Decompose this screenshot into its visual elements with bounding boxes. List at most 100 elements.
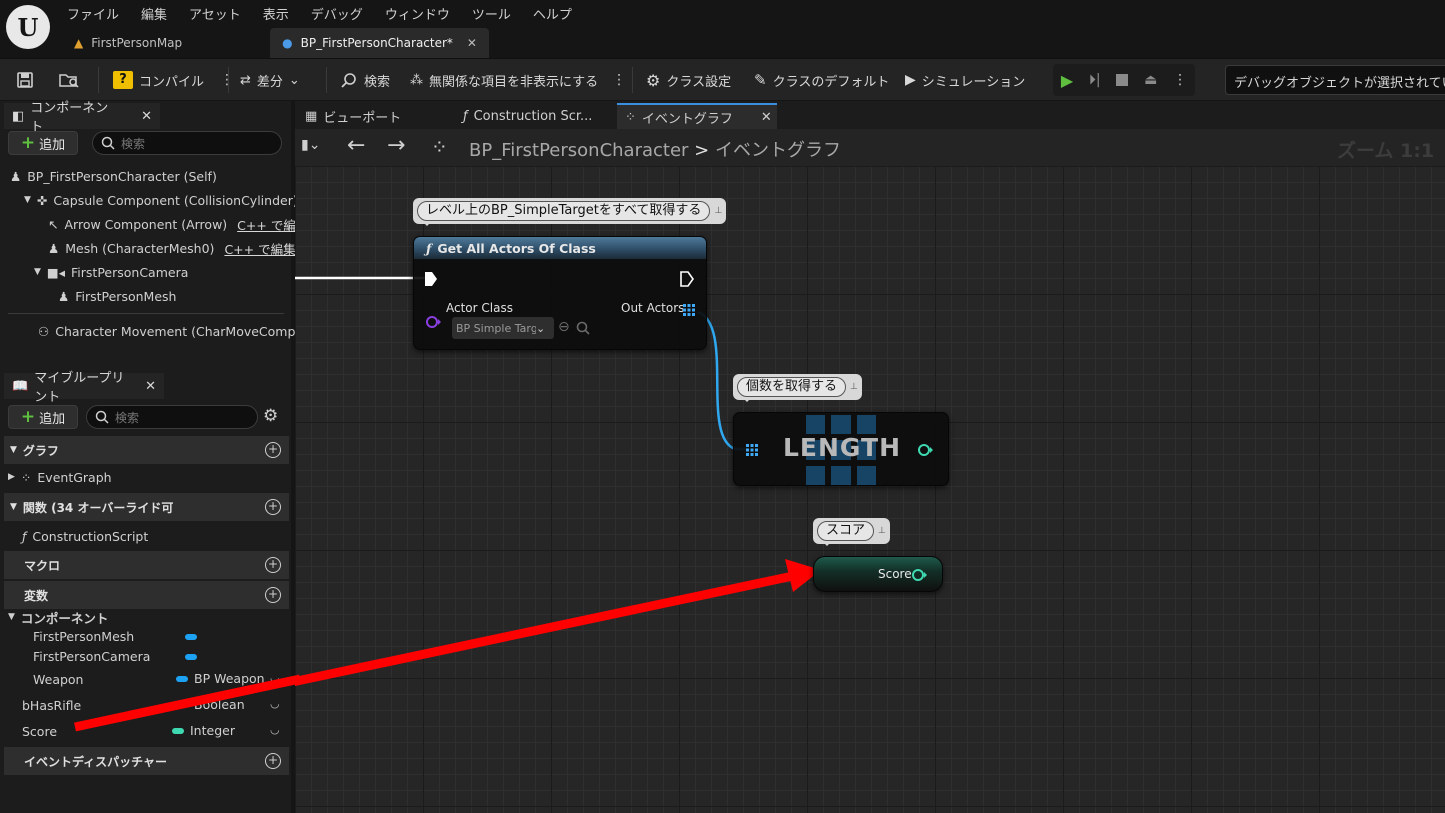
browse-search-icon[interactable] [576, 321, 590, 335]
variable-type[interactable]: Integer [172, 723, 235, 738]
tab-construction-script[interactable]: ƒ Construction Scr... [455, 103, 600, 129]
exec-out-pin-icon[interactable] [680, 271, 694, 287]
variable-row[interactable]: Weapon [33, 668, 83, 690]
components-add-button[interactable]: + 追加 [8, 131, 78, 155]
integer-out-pin-icon[interactable] [918, 443, 934, 457]
add-function-icon[interactable]: + [265, 499, 281, 515]
comment-bubble-length[interactable]: 個数を取得する ⊥ [733, 374, 862, 402]
close-icon[interactable]: ✕ [761, 110, 772, 125]
comment-bubble-get-all[interactable]: レベル上のBP_SimpleTargetをすべて取得する ⊥ [413, 198, 727, 226]
class-settings-button[interactable]: ⚙ クラス設定 [646, 59, 731, 101]
node-score-getter[interactable]: Score [813, 556, 943, 592]
menu-tools[interactable]: ツール [461, 2, 522, 25]
simulation-button[interactable]: ▶ シミュレーション [905, 59, 1025, 101]
variable-type[interactable]: Boolean [176, 697, 245, 712]
pin-icon[interactable]: ⊥ [850, 382, 858, 392]
variable-row[interactable]: bHasRifle [22, 694, 81, 716]
search-button[interactable]: 検索 [340, 59, 390, 101]
macros-section-header[interactable]: マクロ + [4, 551, 289, 579]
kebab-icon[interactable]: ⋮ [1173, 72, 1187, 88]
actor-class-dropdown[interactable]: BP Simple Targ ⌄ [452, 317, 554, 339]
components-search-input[interactable]: 検索 [92, 131, 282, 155]
bookmark-dropdown[interactable]: ▮⌄ [301, 137, 333, 159]
close-icon[interactable]: ✕ [467, 36, 477, 50]
close-icon[interactable]: ✕ [141, 109, 152, 124]
array-out-pin-icon[interactable] [683, 304, 695, 316]
variables-section-header[interactable]: 変数 + [4, 581, 289, 609]
forward-arrow-icon[interactable]: → [387, 133, 405, 158]
integer-out-pin-icon[interactable] [912, 568, 928, 582]
variable-row[interactable]: FirstPersonMesh [33, 625, 134, 647]
play-icon[interactable]: ▶ [1061, 71, 1073, 90]
node-get-all-actors-of-class[interactable]: ƒ Get All Actors Of Class Actor Class BP… [413, 236, 707, 350]
menu-debug[interactable]: デバッグ [300, 2, 374, 25]
component-row-capsule[interactable]: ▼ ✜ Capsule Component (CollisionCylinder… [24, 188, 298, 212]
visibility-eye-icon[interactable]: ◡ [270, 671, 280, 684]
doc-tab-firstpersonmap[interactable]: ▲ FirstPersonMap [62, 28, 194, 58]
node-length[interactable]: LENGTH [733, 412, 949, 486]
pin-icon[interactable]: ⊥ [878, 526, 886, 536]
comment-bubble-score[interactable]: スコア ⊥ [813, 518, 890, 546]
kebab-icon[interactable]: ⋮ [612, 72, 626, 88]
menu-view[interactable]: 表示 [252, 2, 300, 25]
component-row-firstpersonmesh[interactable]: ♟ FirstPersonMesh [58, 284, 176, 308]
hide-unrelated-button[interactable]: ⁂ 無関係な項目を非表示にする ⋮ [410, 59, 626, 101]
browse-button[interactable] [58, 59, 80, 101]
blueprint-add-button[interactable]: + 追加 [8, 405, 78, 429]
back-arrow-icon[interactable]: ← [347, 133, 365, 158]
component-row-arrow[interactable]: ↖ Arrow Component (Arrow) C++ で編集 [48, 212, 308, 236]
variable-row[interactable]: FirstPersonCamera [33, 645, 150, 667]
search-placeholder: 検索 [121, 136, 146, 151]
menu-asset[interactable]: アセット [178, 2, 252, 25]
blueprint-search-input[interactable]: 検索 [86, 405, 258, 429]
add-variable-icon[interactable]: + [265, 587, 281, 603]
visibility-eye-icon[interactable]: ◡ [270, 697, 280, 710]
functions-section-header[interactable]: ▼ 関数 (34 オーバーライド可 + [4, 493, 289, 521]
doc-tab-bp-firstpersoncharacter[interactable]: ● BP_FirstPersonCharacter* ✕ [270, 28, 489, 58]
gear-icon[interactable]: ⚙ [263, 406, 278, 426]
class-pin-icon[interactable] [426, 315, 442, 329]
variable-row-score[interactable]: Score [22, 720, 57, 742]
menu-file[interactable]: ファイル [56, 2, 130, 25]
breadcrumb-root[interactable]: BP_FirstPersonCharacter [469, 140, 688, 161]
variable-type[interactable]: BP Weapon [176, 671, 265, 686]
components-tab[interactable]: ◧ コンポーネント ✕ [4, 101, 160, 135]
debug-object-select[interactable]: デバッグオブジェクトが選択されていません [1225, 65, 1445, 95]
array-in-pin-icon[interactable] [746, 444, 758, 456]
close-icon[interactable]: ✕ [145, 379, 156, 394]
construction-script-item[interactable]: ƒ ConstructionScript [22, 525, 148, 547]
stop-icon[interactable] [1116, 74, 1129, 86]
my-blueprint-tab[interactable]: 📖 マイブループリント ✕ [4, 371, 164, 405]
tab-event-graph[interactable]: ⁘ イベントグラフ ✕ [617, 103, 777, 129]
unreal-logo-icon[interactable]: U [6, 5, 50, 49]
class-defaults-button[interactable]: ✎ クラスのデフォルト [754, 59, 889, 101]
gear-icon: ⚙ [646, 70, 661, 90]
use-selected-icon[interactable]: ⊖ [558, 319, 570, 335]
save-button[interactable] [16, 59, 34, 101]
event-graph-canvas[interactable]: レベル上のBP_SimpleTargetをすべて取得する ⊥ ƒ Get All… [295, 166, 1445, 813]
chevron-down-icon[interactable]: ▼ [24, 195, 31, 205]
component-row-camera[interactable]: ▼ ■◂ FirstPersonCamera [34, 260, 188, 284]
add-macro-icon[interactable]: + [265, 557, 281, 573]
add-dispatcher-icon[interactable]: + [265, 753, 281, 769]
menu-edit[interactable]: 編集 [130, 2, 178, 25]
component-row-movement[interactable]: ⚇ Character Movement (CharMoveComp) [38, 319, 300, 343]
step-icon[interactable]: ⏵| [1089, 72, 1101, 88]
menu-help[interactable]: ヘルプ [522, 2, 583, 25]
dispatchers-section-header[interactable]: イベントディスパッチャー + [4, 747, 289, 775]
exec-in-pin-icon[interactable] [424, 271, 438, 287]
component-row-self[interactable]: ♟ BP_FirstPersonCharacter (Self) [10, 164, 217, 188]
graph-section-header[interactable]: ▼ グラフ + [4, 436, 289, 464]
eject-icon[interactable]: ⏏ [1144, 72, 1157, 88]
add-graph-icon[interactable]: + [265, 442, 281, 458]
chevron-down-icon[interactable]: ▼ [34, 267, 41, 277]
visibility-eye-icon[interactable]: ◡ [270, 723, 280, 736]
pin-icon[interactable]: ⊥ [714, 206, 722, 216]
cpp-edit-link[interactable]: C++ で編集 [224, 239, 295, 258]
event-graph-item[interactable]: ▶ ⁘ EventGraph [8, 466, 112, 488]
compile-button[interactable]: ? コンパイル ⋮ [113, 59, 234, 101]
component-row-mesh[interactable]: ♟ Mesh (CharacterMesh0) C++ で編集 [48, 236, 296, 260]
menu-window[interactable]: ウィンドウ [374, 2, 461, 25]
diff-button[interactable]: ⇄ 差分 ⌄ [240, 59, 300, 101]
tab-viewport[interactable]: ▦ ビューポート [297, 103, 409, 129]
